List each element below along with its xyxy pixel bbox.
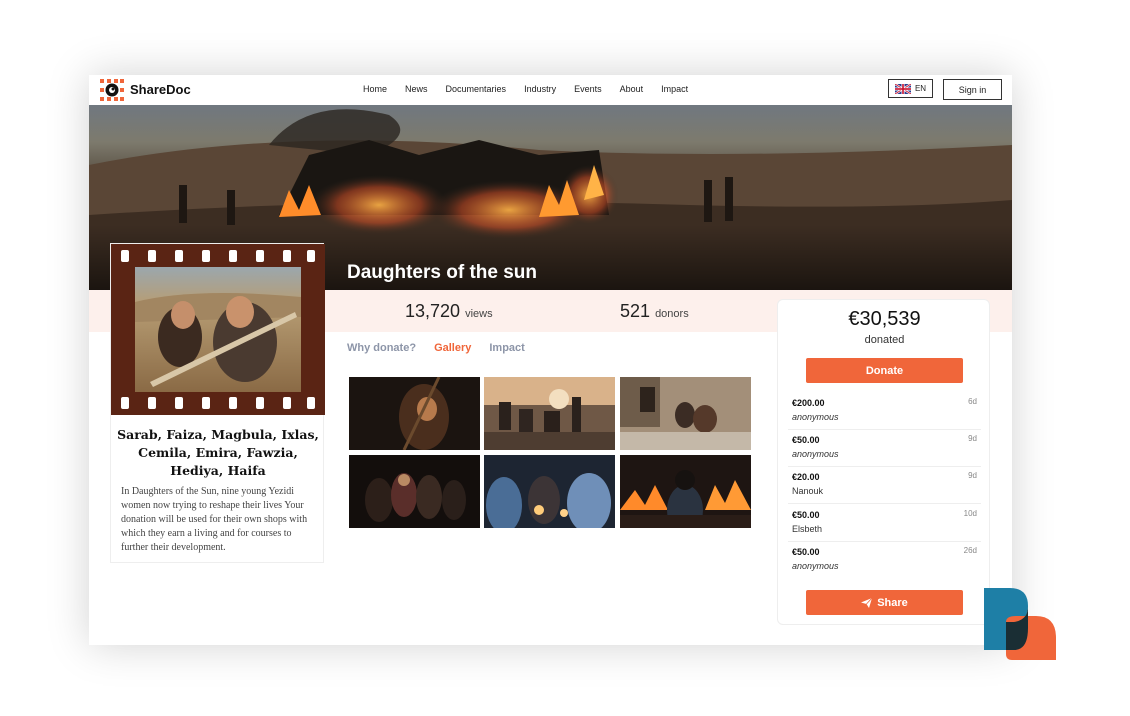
gallery-image[interactable]	[620, 377, 751, 450]
film-perforation	[202, 250, 210, 262]
share-button[interactable]: Share	[806, 590, 963, 615]
gallery-image[interactable]	[620, 455, 751, 528]
sign-in-button[interactable]: Sign in	[943, 79, 1002, 100]
tab-why-donate[interactable]: Why donate?	[347, 342, 416, 354]
content-tabs: Why donate? Gallery Impact	[347, 342, 543, 354]
film-perforation	[229, 250, 237, 262]
language-selector[interactable]: EN	[888, 79, 933, 98]
donor-name: anonymous	[792, 449, 839, 459]
participants-card: Sarab, Faiza, Magbula, Ixlas, Cemila, Em…	[110, 243, 325, 563]
gallery-image[interactable]	[484, 377, 615, 450]
share-label: Share	[877, 596, 908, 609]
views-count: 13,720	[405, 301, 461, 321]
donor-amount: €200.00	[792, 398, 825, 408]
film-strip	[111, 244, 325, 415]
donated-label: donated	[864, 334, 905, 346]
film-perforation	[307, 250, 315, 262]
film-perforation	[202, 397, 210, 409]
film-perforation	[175, 397, 183, 409]
brand-name[interactable]: ShareDoc	[130, 82, 191, 97]
donor-time: 9d	[968, 434, 977, 443]
donor-amount: €50.00	[792, 547, 820, 557]
film-still-image	[135, 267, 301, 392]
nav-news[interactable]: News	[405, 84, 428, 94]
nav-home[interactable]: Home	[363, 84, 387, 94]
film-perforation	[148, 250, 156, 262]
donor-entry: €50.00 Elsbeth 10d	[788, 505, 981, 542]
nav-about[interactable]: About	[620, 84, 644, 94]
film-perforation	[121, 397, 129, 409]
paper-plane-icon	[861, 597, 873, 608]
donor-amount: €50.00	[792, 435, 820, 445]
donor-name: anonymous	[792, 412, 839, 422]
film-perforation	[121, 250, 129, 262]
donor-entry: €200.00 anonymous 6d	[788, 393, 981, 430]
donor-amount: €50.00	[792, 510, 820, 520]
donor-entry: €20.00 Nanouk 9d	[788, 467, 981, 504]
browser-frame: ShareDoc Home News Documentaries Industr…	[89, 75, 1012, 645]
tab-impact[interactable]: Impact	[489, 342, 524, 354]
film-perforation	[283, 397, 291, 409]
donate-button[interactable]: Donate	[806, 358, 963, 383]
film-perforation	[283, 250, 291, 262]
uk-flag-icon	[894, 83, 911, 94]
main-menu: Home News Documentaries Industry Events …	[363, 84, 706, 94]
nav-industry[interactable]: Industry	[524, 84, 556, 94]
gallery-image[interactable]	[349, 455, 480, 528]
donor-time: 26d	[963, 546, 977, 555]
donor-entry: €50.00 anonymous 9d	[788, 430, 981, 467]
gallery-image[interactable]	[484, 455, 615, 528]
gallery-image[interactable]	[349, 377, 480, 450]
documentary-title: Daughters of the sun	[347, 262, 538, 283]
donation-panel: €30,539 donated Donate €200.00 anonymous…	[777, 299, 990, 625]
donors-stat: 521 donors	[620, 301, 689, 322]
views-stat: 13,720 views	[405, 301, 493, 322]
film-perforation	[229, 397, 237, 409]
film-perforation	[307, 397, 315, 409]
donor-name: Elsbeth	[792, 524, 823, 534]
b-logo-icon	[984, 588, 1056, 660]
nav-impact[interactable]: Impact	[661, 84, 688, 94]
nav-events[interactable]: Events	[574, 84, 602, 94]
donor-amount: €20.00	[792, 472, 820, 482]
donor-name: anonymous	[792, 561, 839, 571]
film-perforation	[256, 250, 264, 262]
tab-gallery[interactable]: Gallery	[434, 342, 471, 354]
donors-count: 521	[620, 301, 651, 321]
donor-time: 10d	[963, 509, 977, 518]
views-label: views	[465, 308, 493, 320]
participant-names: Sarab, Faiza, Magbula, Ixlas, Cemila, Em…	[117, 427, 319, 478]
donors-label: donors	[655, 308, 689, 320]
donor-time: 9d	[968, 471, 977, 480]
language-label: EN	[914, 84, 927, 93]
documentary-description: In Daughters of the Sun, nine young Yezi…	[121, 486, 308, 553]
donor-name: Nanouk	[792, 486, 824, 496]
nav-documentaries[interactable]: Documentaries	[446, 84, 507, 94]
film-perforation	[148, 397, 156, 409]
sharedoc-logo-icon[interactable]	[100, 79, 124, 101]
donor-entry: €50.00 anonymous 26d	[788, 542, 981, 579]
top-navbar: ShareDoc Home News Documentaries Industr…	[89, 75, 1012, 105]
film-perforation	[175, 250, 183, 262]
donated-amount: €30,539	[848, 308, 921, 330]
film-perforation	[256, 397, 264, 409]
donor-time: 6d	[968, 397, 977, 406]
